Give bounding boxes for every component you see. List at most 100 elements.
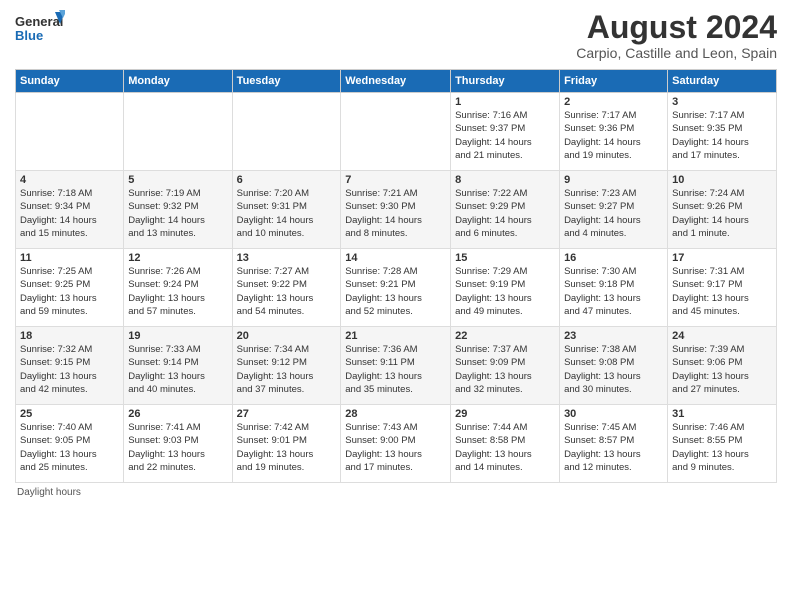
- day-number: 9: [564, 174, 663, 186]
- main-title: August 2024: [576, 10, 777, 45]
- calendar-cell-w2-d2: 5Sunrise: 7:19 AM Sunset: 9:32 PM Daylig…: [124, 171, 232, 249]
- calendar-cell-w3-d6: 16Sunrise: 7:30 AM Sunset: 9:18 PM Dayli…: [560, 249, 668, 327]
- day-number: 11: [20, 252, 119, 264]
- calendar-cell-w4-d7: 24Sunrise: 7:39 AM Sunset: 9:06 PM Dayli…: [668, 327, 777, 405]
- calendar-cell-w2-d3: 6Sunrise: 7:20 AM Sunset: 9:31 PM Daylig…: [232, 171, 341, 249]
- day-info: Sunrise: 7:37 AM Sunset: 9:09 PM Dayligh…: [455, 343, 555, 396]
- day-number: 15: [455, 252, 555, 264]
- calendar-cell-w4-d4: 21Sunrise: 7:36 AM Sunset: 9:11 PM Dayli…: [341, 327, 451, 405]
- day-info: Sunrise: 7:32 AM Sunset: 9:15 PM Dayligh…: [20, 343, 119, 396]
- day-info: Sunrise: 7:22 AM Sunset: 9:29 PM Dayligh…: [455, 187, 555, 240]
- week-row-3: 11Sunrise: 7:25 AM Sunset: 9:25 PM Dayli…: [16, 249, 777, 327]
- day-number: 2: [564, 96, 663, 108]
- calendar-cell-w3-d2: 12Sunrise: 7:26 AM Sunset: 9:24 PM Dayli…: [124, 249, 232, 327]
- calendar-cell-w3-d4: 14Sunrise: 7:28 AM Sunset: 9:21 PM Dayli…: [341, 249, 451, 327]
- day-number: 23: [564, 330, 663, 342]
- day-number: 3: [672, 96, 772, 108]
- calendar-table: Sunday Monday Tuesday Wednesday Thursday…: [15, 69, 777, 483]
- calendar-cell-w1-d4: [341, 93, 451, 171]
- week-row-2: 4Sunrise: 7:18 AM Sunset: 9:34 PM Daylig…: [16, 171, 777, 249]
- calendar-cell-w1-d6: 2Sunrise: 7:17 AM Sunset: 9:36 PM Daylig…: [560, 93, 668, 171]
- day-number: 21: [345, 330, 446, 342]
- header-sunday: Sunday: [16, 70, 124, 93]
- calendar-cell-w4-d6: 23Sunrise: 7:38 AM Sunset: 9:08 PM Dayli…: [560, 327, 668, 405]
- footer-note-text: Daylight hours: [17, 487, 81, 498]
- day-info: Sunrise: 7:20 AM Sunset: 9:31 PM Dayligh…: [237, 187, 337, 240]
- day-number: 27: [237, 408, 337, 420]
- day-number: 13: [237, 252, 337, 264]
- day-number: 22: [455, 330, 555, 342]
- day-info: Sunrise: 7:42 AM Sunset: 9:01 PM Dayligh…: [237, 421, 337, 474]
- calendar-cell-w4-d5: 22Sunrise: 7:37 AM Sunset: 9:09 PM Dayli…: [451, 327, 560, 405]
- day-number: 7: [345, 174, 446, 186]
- day-info: Sunrise: 7:29 AM Sunset: 9:19 PM Dayligh…: [455, 265, 555, 318]
- day-info: Sunrise: 7:24 AM Sunset: 9:26 PM Dayligh…: [672, 187, 772, 240]
- calendar-cell-w1-d2: [124, 93, 232, 171]
- day-info: Sunrise: 7:44 AM Sunset: 8:58 PM Dayligh…: [455, 421, 555, 474]
- day-info: Sunrise: 7:43 AM Sunset: 9:00 PM Dayligh…: [345, 421, 446, 474]
- day-info: Sunrise: 7:17 AM Sunset: 9:36 PM Dayligh…: [564, 109, 663, 162]
- calendar-cell-w1-d1: [16, 93, 124, 171]
- calendar-cell-w5-d4: 28Sunrise: 7:43 AM Sunset: 9:00 PM Dayli…: [341, 405, 451, 483]
- calendar-cell-w5-d1: 25Sunrise: 7:40 AM Sunset: 9:05 PM Dayli…: [16, 405, 124, 483]
- calendar-cell-w4-d3: 20Sunrise: 7:34 AM Sunset: 9:12 PM Dayli…: [232, 327, 341, 405]
- day-number: 12: [128, 252, 227, 264]
- calendar-cell-w2-d5: 8Sunrise: 7:22 AM Sunset: 9:29 PM Daylig…: [451, 171, 560, 249]
- day-number: 14: [345, 252, 446, 264]
- day-number: 20: [237, 330, 337, 342]
- svg-text:Blue: Blue: [15, 28, 43, 43]
- day-info: Sunrise: 7:27 AM Sunset: 9:22 PM Dayligh…: [237, 265, 337, 318]
- calendar-cell-w2-d7: 10Sunrise: 7:24 AM Sunset: 9:26 PM Dayli…: [668, 171, 777, 249]
- day-number: 17: [672, 252, 772, 264]
- calendar-cell-w4-d1: 18Sunrise: 7:32 AM Sunset: 9:15 PM Dayli…: [16, 327, 124, 405]
- weekday-header-row: Sunday Monday Tuesday Wednesday Thursday…: [16, 70, 777, 93]
- calendar-cell-w3-d3: 13Sunrise: 7:27 AM Sunset: 9:22 PM Dayli…: [232, 249, 341, 327]
- day-number: 6: [237, 174, 337, 186]
- day-info: Sunrise: 7:46 AM Sunset: 8:55 PM Dayligh…: [672, 421, 772, 474]
- calendar-cell-w4-d2: 19Sunrise: 7:33 AM Sunset: 9:14 PM Dayli…: [124, 327, 232, 405]
- day-info: Sunrise: 7:28 AM Sunset: 9:21 PM Dayligh…: [345, 265, 446, 318]
- header-tuesday: Tuesday: [232, 70, 341, 93]
- week-row-1: 1Sunrise: 7:16 AM Sunset: 9:37 PM Daylig…: [16, 93, 777, 171]
- day-info: Sunrise: 7:26 AM Sunset: 9:24 PM Dayligh…: [128, 265, 227, 318]
- day-number: 25: [20, 408, 119, 420]
- day-info: Sunrise: 7:33 AM Sunset: 9:14 PM Dayligh…: [128, 343, 227, 396]
- day-number: 1: [455, 96, 555, 108]
- calendar-cell-w2-d4: 7Sunrise: 7:21 AM Sunset: 9:30 PM Daylig…: [341, 171, 451, 249]
- calendar-body: 1Sunrise: 7:16 AM Sunset: 9:37 PM Daylig…: [16, 93, 777, 483]
- day-number: 16: [564, 252, 663, 264]
- day-info: Sunrise: 7:39 AM Sunset: 9:06 PM Dayligh…: [672, 343, 772, 396]
- day-info: Sunrise: 7:36 AM Sunset: 9:11 PM Dayligh…: [345, 343, 446, 396]
- week-row-4: 18Sunrise: 7:32 AM Sunset: 9:15 PM Dayli…: [16, 327, 777, 405]
- header-friday: Friday: [560, 70, 668, 93]
- day-info: Sunrise: 7:40 AM Sunset: 9:05 PM Dayligh…: [20, 421, 119, 474]
- day-info: Sunrise: 7:23 AM Sunset: 9:27 PM Dayligh…: [564, 187, 663, 240]
- day-info: Sunrise: 7:41 AM Sunset: 9:03 PM Dayligh…: [128, 421, 227, 474]
- day-number: 31: [672, 408, 772, 420]
- day-info: Sunrise: 7:30 AM Sunset: 9:18 PM Dayligh…: [564, 265, 663, 318]
- logo-svg: General Blue: [15, 10, 65, 48]
- header-saturday: Saturday: [668, 70, 777, 93]
- header-wednesday: Wednesday: [341, 70, 451, 93]
- day-number: 18: [20, 330, 119, 342]
- page: General Blue August 2024 Carpio, Castill…: [0, 0, 792, 612]
- day-info: Sunrise: 7:38 AM Sunset: 9:08 PM Dayligh…: [564, 343, 663, 396]
- calendar-cell-w5-d2: 26Sunrise: 7:41 AM Sunset: 9:03 PM Dayli…: [124, 405, 232, 483]
- header-thursday: Thursday: [451, 70, 560, 93]
- calendar-cell-w2-d1: 4Sunrise: 7:18 AM Sunset: 9:34 PM Daylig…: [16, 171, 124, 249]
- calendar-cell-w5-d3: 27Sunrise: 7:42 AM Sunset: 9:01 PM Dayli…: [232, 405, 341, 483]
- day-number: 26: [128, 408, 227, 420]
- header-monday: Monday: [124, 70, 232, 93]
- calendar-cell-w1-d3: [232, 93, 341, 171]
- day-info: Sunrise: 7:19 AM Sunset: 9:32 PM Dayligh…: [128, 187, 227, 240]
- day-info: Sunrise: 7:21 AM Sunset: 9:30 PM Dayligh…: [345, 187, 446, 240]
- week-row-5: 25Sunrise: 7:40 AM Sunset: 9:05 PM Dayli…: [16, 405, 777, 483]
- day-number: 4: [20, 174, 119, 186]
- day-number: 24: [672, 330, 772, 342]
- calendar-cell-w3-d1: 11Sunrise: 7:25 AM Sunset: 9:25 PM Dayli…: [16, 249, 124, 327]
- day-number: 29: [455, 408, 555, 420]
- day-info: Sunrise: 7:45 AM Sunset: 8:57 PM Dayligh…: [564, 421, 663, 474]
- day-info: Sunrise: 7:17 AM Sunset: 9:35 PM Dayligh…: [672, 109, 772, 162]
- calendar-cell-w5-d5: 29Sunrise: 7:44 AM Sunset: 8:58 PM Dayli…: [451, 405, 560, 483]
- calendar-cell-w5-d7: 31Sunrise: 7:46 AM Sunset: 8:55 PM Dayli…: [668, 405, 777, 483]
